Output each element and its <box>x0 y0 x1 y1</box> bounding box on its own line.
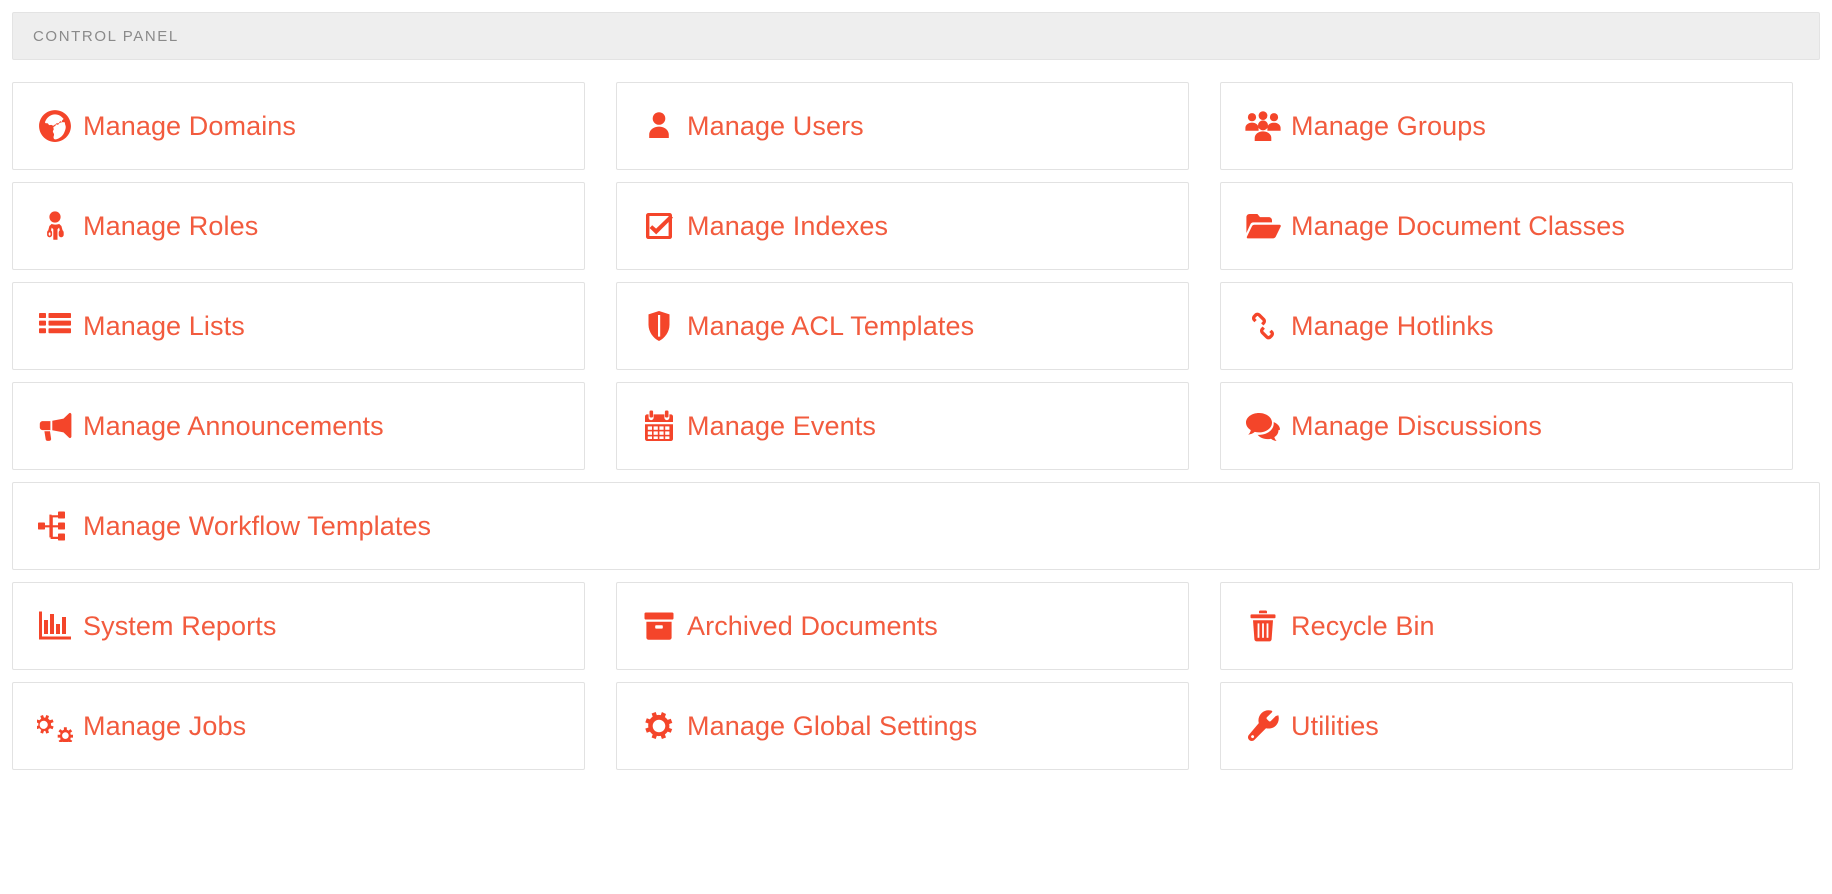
card-label: Manage ACL Templates <box>687 310 975 341</box>
card-manage-document-classes[interactable]: Manage Document Classes <box>1220 182 1793 270</box>
card-manage-jobs[interactable]: Manage Jobs <box>12 682 585 770</box>
calendar-icon <box>639 406 679 446</box>
page-title: CONTROL PANEL <box>33 27 179 45</box>
bullhorn-icon <box>35 406 75 446</box>
card-label: Manage Lists <box>83 310 245 341</box>
card-label: Manage Indexes <box>687 210 889 241</box>
card-archived-documents[interactable]: Archived Documents <box>616 582 1189 670</box>
control-panel-card-grid: Manage Domains Manage Users Manage Groups M… <box>0 60 1832 770</box>
users-group-icon <box>1243 106 1283 146</box>
card-label: Manage Events <box>687 410 876 441</box>
card-label: Manage Announcements <box>83 410 384 441</box>
wrench-icon <box>1243 706 1283 746</box>
chain-link-icon <box>1243 306 1283 346</box>
card-label: Manage Workflow Templates <box>83 510 432 541</box>
user-md-icon <box>35 206 75 246</box>
card-manage-announcements[interactable]: Manage Announcements <box>12 382 585 470</box>
shield-icon <box>639 306 679 346</box>
check-square-icon <box>639 206 679 246</box>
card-label: Manage Roles <box>83 210 259 241</box>
card-label: System Reports <box>83 610 277 641</box>
archive-icon <box>639 606 679 646</box>
card-manage-indexes[interactable]: Manage Indexes <box>616 182 1189 270</box>
card-label: Manage Groups <box>1291 110 1486 141</box>
card-utilities[interactable]: Utilities <box>1220 682 1793 770</box>
card-manage-workflow-templates[interactable]: Manage Workflow Templates <box>12 482 1820 570</box>
folder-open-icon <box>1243 206 1283 246</box>
card-label: Manage Discussions <box>1291 410 1542 441</box>
card-label: Manage Hotlinks <box>1291 310 1494 341</box>
cog-icon <box>639 706 679 746</box>
card-label: Manage Jobs <box>83 710 247 741</box>
card-label: Manage Global Settings <box>687 710 978 741</box>
comments-icon <box>1243 406 1283 446</box>
card-label: Manage Document Classes <box>1291 210 1625 241</box>
control-panel-header: CONTROL PANEL <box>12 12 1820 60</box>
card-manage-users[interactable]: Manage Users <box>616 82 1189 170</box>
card-label: Utilities <box>1291 710 1379 741</box>
card-manage-hotlinks[interactable]: Manage Hotlinks <box>1220 282 1793 370</box>
card-system-reports[interactable]: System Reports <box>12 582 585 670</box>
card-manage-events[interactable]: Manage Events <box>616 382 1189 470</box>
card-label: Manage Users <box>687 110 864 141</box>
card-manage-global-settings[interactable]: Manage Global Settings <box>616 682 1189 770</box>
card-manage-roles[interactable]: Manage Roles <box>12 182 585 270</box>
card-manage-discussions[interactable]: Manage Discussions <box>1220 382 1793 470</box>
card-manage-domains[interactable]: Manage Domains <box>12 82 585 170</box>
control-panel-screen: CONTROL PANEL Manage Domains Manage Users… <box>0 0 1832 894</box>
globe-icon <box>35 106 75 146</box>
user-icon <box>639 106 679 146</box>
cogs-icon <box>35 706 75 746</box>
trash-icon <box>1243 606 1283 646</box>
card-label: Manage Domains <box>83 110 297 141</box>
card-manage-lists[interactable]: Manage Lists <box>12 282 585 370</box>
th-list-icon <box>35 306 75 346</box>
card-label: Recycle Bin <box>1291 610 1435 641</box>
card-recycle-bin[interactable]: Recycle Bin <box>1220 582 1793 670</box>
card-manage-groups[interactable]: Manage Groups <box>1220 82 1793 170</box>
sitemap-icon <box>35 506 75 546</box>
bar-chart-icon <box>35 606 75 646</box>
card-label: Archived Documents <box>687 610 938 641</box>
card-manage-acl-templates[interactable]: Manage ACL Templates <box>616 282 1189 370</box>
